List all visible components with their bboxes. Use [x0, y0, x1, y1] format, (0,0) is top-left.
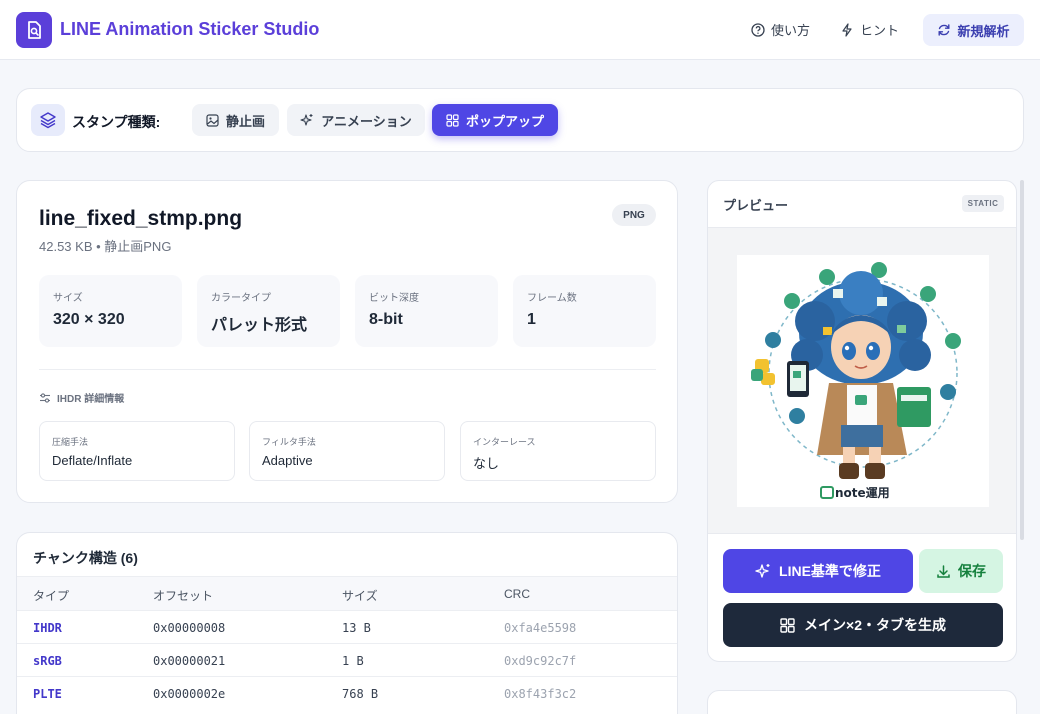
column-header: オフセット: [153, 589, 214, 603]
layers-icon: [40, 112, 56, 129]
chunk-crc: 0x8f43f3c2: [504, 687, 577, 701]
chunk-table-title: チャンク構造 (6): [33, 550, 138, 566]
preview-scrollbar[interactable]: [1020, 180, 1024, 540]
save-button[interactable]: 保存: [919, 549, 1003, 593]
preview-title: プレビュー: [723, 198, 789, 213]
stat-color-type: カラータイプ パレット形式: [197, 275, 340, 347]
ihdr-label: フィルタ手法: [262, 437, 316, 447]
ihdr-value: Deflate/Inflate: [52, 453, 133, 468]
type-static-label: 静止画: [225, 113, 265, 129]
image-icon: [206, 113, 219, 127]
sparkle-icon: [300, 114, 313, 126]
chunk-crc: 0xd9c92c7f: [504, 654, 577, 668]
new-analysis-label: 新規解析: [957, 23, 1010, 39]
sticker-type-bar: スタンプ種類: 静止画 アニメーション ポップアップ: [16, 88, 1024, 152]
type-popup-label: ポップアップ: [465, 113, 544, 129]
chunk-type: PLTE: [33, 687, 62, 701]
format-badge: PNG: [612, 204, 656, 226]
ihdr-value: Adaptive: [262, 453, 313, 468]
stat-label: ビット深度: [369, 293, 419, 304]
fix-to-line-standard-button[interactable]: LINE基準で修正: [723, 549, 913, 593]
ihdr-value: なし: [473, 456, 500, 471]
generate-main-tab-button[interactable]: メイン×2・タブを生成: [723, 603, 1003, 647]
stat-label: カラータイプ: [211, 293, 271, 304]
app-header: LINE Animation Sticker Studio 使い方 ヒント 新規…: [0, 0, 1040, 60]
chunk-type: sRGB: [33, 654, 62, 668]
fix-label: LINE基準で修正: [779, 563, 881, 579]
type-popup-button[interactable]: ポップアップ: [432, 104, 558, 136]
table-row[interactable]: IHDR 0x00000008 13 B 0xfa4e5598: [17, 610, 677, 643]
ihdr-compression: 圧縮手法 Deflate/Inflate: [39, 421, 235, 481]
file-info-card: line_fixed_stmp.png 42.53 KB • 静止画PNG PN…: [16, 180, 678, 503]
file-meta: 42.53 KB • 静止画PNG: [39, 239, 172, 254]
download-icon: [937, 564, 950, 578]
file-search-icon: [28, 21, 41, 39]
stat-label: サイズ: [53, 293, 83, 304]
column-header: CRC: [504, 587, 530, 601]
refresh-icon: [938, 24, 950, 36]
sticker-caption: note運用: [835, 486, 890, 500]
stat-size: サイズ 320 × 320: [39, 275, 182, 347]
stat-value: 8-bit: [369, 311, 403, 328]
type-animation-label: アニメーション: [321, 113, 412, 129]
stat-bit-depth: ビット深度 8-bit: [355, 275, 498, 347]
grid-icon: [446, 113, 459, 127]
howto-link[interactable]: 使い方: [751, 20, 810, 39]
app-logo: [16, 12, 52, 48]
chunk-table-card: チャンク構造 (6) タイプ オフセット サイズ CRC IHDR 0x0000…: [16, 532, 678, 714]
grid-icon: [780, 617, 795, 633]
chunk-offset: 0x00000021: [153, 654, 226, 668]
hint-link[interactable]: ヒント: [840, 20, 899, 39]
help-circle-icon: [751, 22, 765, 37]
save-label: 保存: [958, 563, 986, 579]
generate-label: メイン×2・タブを生成: [804, 617, 946, 633]
column-header: タイプ: [33, 589, 70, 603]
file-name: line_fixed_stmp.png: [39, 207, 243, 230]
chunk-type: IHDR: [33, 621, 62, 635]
hint-label: ヒント: [860, 23, 900, 38]
lightning-icon: [842, 22, 852, 37]
stat-frame-count: フレーム数 1: [513, 275, 656, 347]
type-animation-button[interactable]: アニメーション: [287, 104, 425, 136]
ihdr-filter: フィルタ手法 Adaptive: [249, 421, 445, 481]
chunk-offset: 0x0000002e: [153, 687, 226, 701]
stat-value: 320 × 320: [53, 311, 125, 328]
ihdr-title-text: IHDR 詳細情報: [57, 394, 125, 405]
ihdr-label: 圧縮手法: [52, 437, 89, 447]
stat-value: 1: [527, 311, 536, 328]
ihdr-label: インターレース: [473, 437, 536, 447]
sparkle-icon: [755, 564, 770, 578]
sliders-icon: [40, 392, 50, 403]
stat-value: パレット形式: [211, 317, 308, 334]
chunk-size: 1 B: [342, 654, 364, 668]
chunk-table-header: タイプ オフセット サイズ CRC: [17, 576, 677, 610]
sticker-type-label: スタンプ種類:: [72, 114, 161, 130]
preview-card: プレビュー STATIC note運用 LINE基準で修正 保存 メイン×2・タ…: [707, 180, 1017, 662]
ihdr-section-title: IHDR 詳細情報: [39, 390, 124, 405]
type-static-button[interactable]: 静止画: [192, 104, 279, 136]
ihdr-interlace: インターレース なし: [460, 421, 656, 481]
chunk-size: 768 B: [342, 687, 379, 701]
chunk-offset: 0x00000008: [153, 621, 226, 635]
layers-badge: [31, 104, 65, 136]
chunk-crc: 0xfa4e5598: [504, 621, 577, 635]
app-title: LINE Animation Sticker Studio: [60, 19, 320, 39]
static-badge: STATIC: [962, 195, 1004, 212]
table-row[interactable]: sRGB 0x00000021 1 B 0xd9c92c7f: [17, 643, 677, 676]
table-row[interactable]: PLTE 0x0000002e 768 B 0x8f43f3c2: [17, 676, 677, 709]
new-analysis-button[interactable]: 新規解析: [923, 14, 1024, 46]
sticker-illustration: note運用: [751, 262, 961, 500]
preview-area: note運用: [708, 227, 1016, 534]
chunk-size: 13 B: [342, 621, 371, 635]
section-divider: [39, 369, 656, 370]
howto-label: 使い方: [771, 23, 811, 38]
next-card: [707, 690, 1017, 714]
sticker-preview-image: note運用: [737, 255, 989, 507]
column-header: サイズ: [342, 589, 378, 603]
stat-label: フレーム数: [527, 293, 577, 304]
